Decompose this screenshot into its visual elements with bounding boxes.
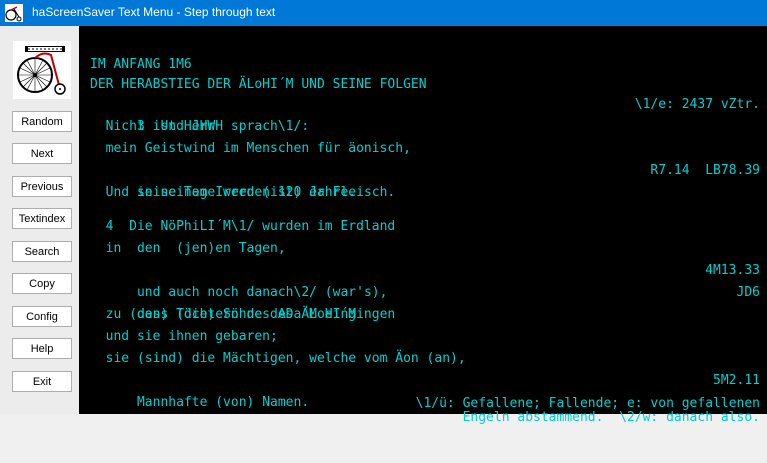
verse-line-text: mein Geistwind im Menschen für äonisch, xyxy=(90,141,411,156)
verse-line-text: 4 Die NöPhiLI´M\1/ wurden im Erdland xyxy=(90,219,396,234)
heading-section-text: DER HERABSTIEG DER ÄLoHI´M UND SEINE FOL… xyxy=(90,77,427,92)
verse-reference: 5M2.11 xyxy=(713,373,760,388)
copy-button[interactable]: Copy xyxy=(12,273,72,294)
verse-4-line-1: 4 Die NöPhiLI´M\1/ wurden im Erdland xyxy=(90,216,760,238)
textindex-button[interactable]: Textindex xyxy=(12,208,72,229)
verse-3-line-3: mein Geistwind im Menschen für äonisch, xyxy=(90,138,760,160)
exit-button[interactable]: Exit xyxy=(12,371,72,392)
verse-4-line-4: dass (die) Söhne des ÄLoHI´M JD6 xyxy=(90,282,760,322)
heading-book-text: IM ANFANG 1M6 xyxy=(90,57,192,72)
verse-3-line-1: 3 Und JHWH sprach\1/: \1/e: 2437 vZtr. xyxy=(90,94,760,134)
footnote-line-2: Engeln abstammend. \2/w: danach also. xyxy=(90,409,760,427)
verse-reference: 4M13.33 xyxy=(705,263,760,278)
penny-farthing-icon xyxy=(17,46,66,95)
verse-4-line-3: und auch noch danach\2/ (war's), 4M13.33 xyxy=(90,260,760,300)
verse-reference: \1/e: 2437 vZtr. xyxy=(634,97,760,112)
verse-3-line-4: in seinem Irren (ist) er Fleisch. R7.14 … xyxy=(90,160,760,200)
verse-4-line-7: sie (sind) die Mächtigen, welche vom Äon… xyxy=(90,348,760,370)
verse-line-text: zu (den) Töchtern des ADa´M eingingen xyxy=(90,307,396,322)
previous-button[interactable]: Previous xyxy=(12,176,72,197)
penny-farthing-bicycle-logo xyxy=(13,41,71,99)
verse-line-text: in den (jen)en Tagen, xyxy=(90,241,286,256)
verse-4-line-2: in den (jen)en Tagen, xyxy=(90,238,760,260)
verse-line-text: Und seine Tage werden 120 Jahre. xyxy=(90,185,357,200)
title-bar[interactable]: haScreenSaver Text Menu - Step through t… xyxy=(0,0,767,26)
verse-4-line-6: und sie ihnen gebaren; xyxy=(90,326,760,348)
verse-line-text: Nicht ist Herr xyxy=(90,119,216,134)
verse-reference: JD6 xyxy=(736,285,760,300)
verse-line-text: sie (sind) die Mächtigen, welche vom Äon… xyxy=(90,351,466,366)
search-button[interactable]: Search xyxy=(12,241,72,262)
verse-3-line-2: Nicht ist Herr xyxy=(90,116,760,138)
config-button[interactable]: Config xyxy=(12,306,72,327)
verse-reference: R7.14 LB78.39 xyxy=(650,163,760,178)
footnote-text: Engeln abstammend. \2/w: danach also. xyxy=(462,410,760,425)
next-button[interactable]: Next xyxy=(12,143,72,164)
verse-4-line-8: Mannhafte (von) Namen. 5M2.11 xyxy=(90,370,760,410)
scripture-text-display: IM ANFANG 1M6 DER HERABSTIEG DER ÄLoHI´M… xyxy=(80,26,767,425)
window-title: haScreenSaver Text Menu - Step through t… xyxy=(32,5,276,19)
verse-3-line-5: Und seine Tage werden 120 Jahre. xyxy=(90,182,760,204)
help-button[interactable]: Help xyxy=(12,338,72,359)
verse-line-text: und sie ihnen gebaren; xyxy=(90,329,278,344)
verse-4-line-5: zu (den) Töchtern des ADa´M eingingen xyxy=(90,304,760,326)
heading-book: IM ANFANG 1M6 xyxy=(90,54,760,76)
heading-section: DER HERABSTIEG DER ÄLoHI´M UND SEINE FOL… xyxy=(90,74,760,96)
random-button[interactable]: Random xyxy=(12,111,72,132)
app-icon[interactable] xyxy=(5,4,23,22)
